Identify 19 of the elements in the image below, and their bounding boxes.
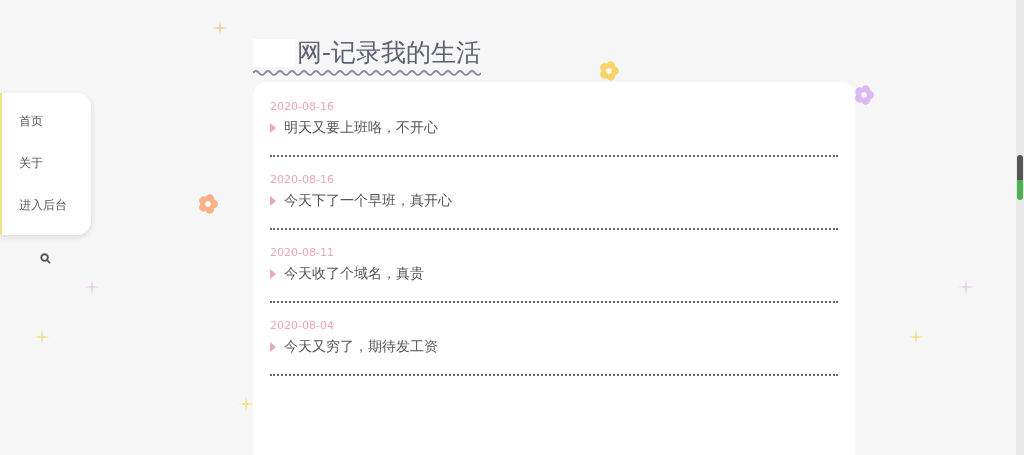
nav-item[interactable]: 关于 <box>2 143 91 185</box>
search-icon[interactable] <box>40 253 51 264</box>
post-title[interactable]: 今天又穷了，期待发工资 <box>284 338 438 356</box>
post-title[interactable]: 今天收了个域名，真贵 <box>284 265 424 283</box>
nav-item[interactable]: 进入后台 <box>2 185 91 227</box>
nav-item[interactable]: 首页 <box>2 101 91 143</box>
triangle-icon <box>270 123 276 133</box>
site-title: 网-记录我的生活 <box>297 37 482 69</box>
post-title[interactable]: 今天下了一个早班，真开心 <box>284 192 452 210</box>
flower-icon <box>197 193 219 215</box>
post-date: 2020-08-16 <box>270 173 335 186</box>
post-date: 2020-08-16 <box>270 100 335 113</box>
post-date: 2020-08-04 <box>270 319 335 332</box>
triangle-icon <box>270 269 276 279</box>
triangle-icon <box>270 342 276 352</box>
scrollbar-thumb[interactable] <box>1017 155 1023 200</box>
post-date: 2020-08-11 <box>270 246 335 259</box>
triangle-icon <box>270 196 276 206</box>
post-title[interactable]: 明天又要上班咯，不开心 <box>284 119 438 137</box>
